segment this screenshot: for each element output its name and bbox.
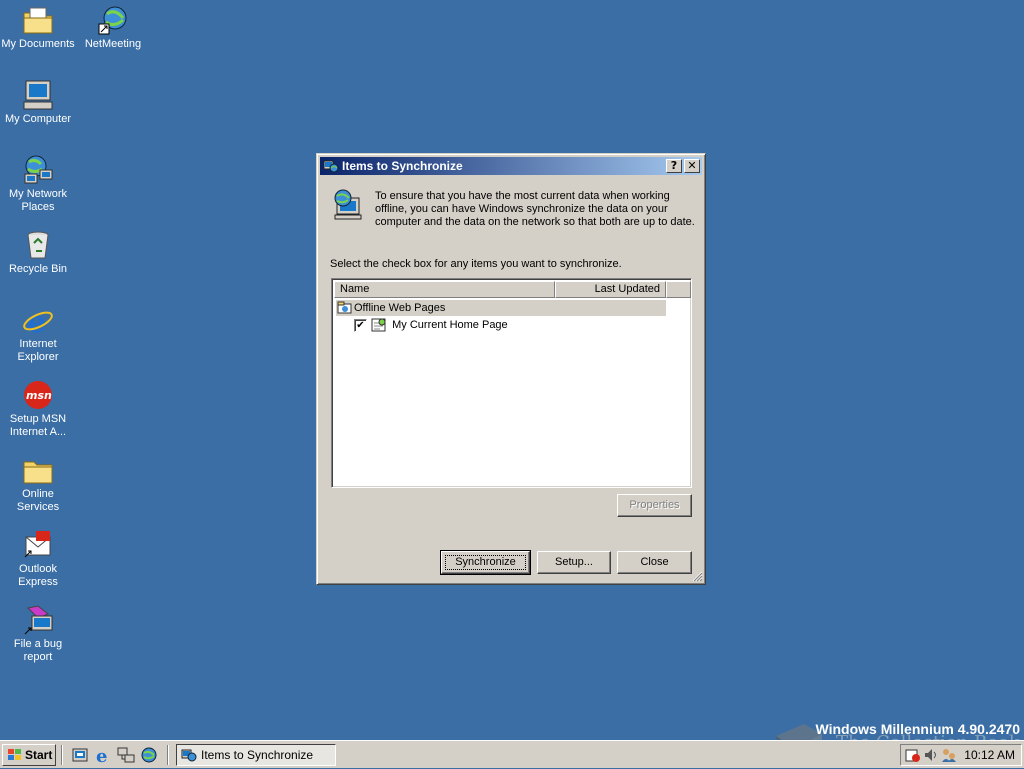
list-header: Name Last Updated [334, 281, 691, 298]
desktop-icon-label: Setup MSN Internet A... [9, 413, 67, 438]
list-item[interactable]: ✔ My Current Home Page [354, 317, 508, 333]
folder-documents-icon [22, 4, 54, 36]
taskbar-separator [61, 745, 63, 765]
internet-explorer-quicklaunch-icon[interactable]: e [94, 746, 112, 767]
show-desktop-icon[interactable] [71, 746, 89, 764]
synchronize-button[interactable]: Synchronize [440, 550, 531, 575]
resize-grip-icon[interactable] [691, 570, 703, 582]
column-header-filler [666, 281, 691, 298]
column-header-name[interactable]: Name [334, 281, 555, 298]
web-page-icon [371, 318, 387, 332]
internet-explorer-icon: e [22, 304, 54, 340]
desktop-icon-file-a-bug-report[interactable]: File a bug report [0, 604, 76, 664]
instruction-text: Select the check box for any items you w… [330, 258, 622, 270]
desktop-icon-setup-msn[interactable]: msn Setup MSN Internet A... [0, 379, 76, 439]
desktop-icon-online-services[interactable]: Online Services [0, 454, 76, 514]
network-tray-icon[interactable] [941, 747, 957, 763]
sync-items-list[interactable]: Name Last Updated Offline Web Pages ✔ My… [331, 278, 692, 488]
sync-icon [323, 158, 339, 174]
start-label: Start [25, 748, 53, 762]
desktop-icon-internet-explorer[interactable]: e Internet Explorer [0, 304, 76, 364]
svg-text:e: e [27, 305, 46, 336]
close-window-button[interactable]: ✕ [684, 159, 700, 173]
version-watermark: Windows Millennium 4.90.2470 [815, 721, 1020, 737]
taskbar-separator [167, 745, 169, 765]
group-label: Offline Web Pages [354, 302, 446, 314]
start-button[interactable]: Start [2, 744, 56, 766]
desktop-icon-my-documents[interactable]: My Documents [0, 4, 76, 51]
intro-text: To ensure that you have the most current… [375, 190, 695, 228]
setup-button[interactable]: Setup... [537, 551, 611, 574]
items-to-synchronize-dialog: Items to Synchronize ? ✕ To ensure that … [316, 153, 706, 585]
dialog-titlebar[interactable]: Items to Synchronize ? ✕ [320, 157, 702, 175]
bug-report-icon [22, 604, 54, 636]
offline-web-pages-icon [337, 301, 353, 315]
taskbar-button-items-to-synchronize[interactable]: Items to Synchronize [176, 744, 336, 766]
properties-button[interactable]: Properties [617, 494, 692, 517]
netmeeting-quicklaunch-icon[interactable] [140, 746, 158, 764]
svg-text:e: e [96, 746, 107, 764]
dialog-title: Items to Synchronize [342, 159, 463, 173]
desktop-icon-label: Internet Explorer [17, 338, 59, 363]
desktop-icon-label: Recycle Bin [8, 263, 68, 275]
windows-flag-icon [7, 748, 22, 762]
desktop-icon-recycle-bin[interactable]: Recycle Bin [0, 229, 76, 276]
taskbar-button-label: Items to Synchronize [201, 748, 314, 762]
desktop-icon-netmeeting[interactable]: NetMeeting [75, 4, 151, 51]
desktop-icon-label: File a bug report [13, 638, 63, 663]
desktop-icon-label: My Documents [1, 38, 75, 50]
svg-text:msn: msn [26, 389, 52, 402]
desktop-icon-label: My Computer [4, 113, 72, 125]
desktop-icon-label: My Network Places [8, 188, 68, 213]
item-checkbox[interactable]: ✔ [354, 318, 367, 332]
scheduler-tray-icon[interactable] [905, 747, 921, 763]
help-button[interactable]: ? [666, 159, 682, 173]
list-group-row[interactable]: Offline Web Pages [336, 300, 666, 316]
network-quicklaunch-icon[interactable] [117, 746, 135, 764]
taskbar: Start e Items to Synchronize 10:12 AM [0, 740, 1024, 768]
computer-icon [22, 79, 54, 111]
network-places-icon [22, 154, 54, 186]
folder-icon [22, 454, 54, 486]
close-button[interactable]: Close [617, 551, 692, 574]
desktop-icon-my-computer[interactable]: My Computer [0, 79, 76, 126]
clock[interactable]: 10:12 AM [964, 745, 1015, 765]
desktop-icon-outlook-express[interactable]: Outlook Express [0, 529, 76, 589]
desktop-icon-label: NetMeeting [84, 38, 142, 50]
desktop-icon-label: Online Services [16, 488, 60, 513]
item-label: My Current Home Page [392, 319, 508, 331]
recycle-bin-icon [22, 229, 54, 261]
netmeeting-icon [97, 4, 129, 36]
volume-icon[interactable] [923, 747, 939, 763]
column-header-last-updated[interactable]: Last Updated [555, 281, 666, 298]
msn-icon: msn [22, 379, 54, 411]
sync-icon [181, 747, 197, 763]
desktop-icon-my-network-places[interactable]: My Network Places [0, 154, 76, 214]
desktop-icon-label: Outlook Express [18, 563, 58, 588]
system-tray: 10:12 AM [900, 744, 1022, 766]
outlook-express-icon [22, 529, 54, 561]
synchronize-label: Synchronize [442, 552, 529, 573]
sync-computer-icon [331, 188, 363, 220]
